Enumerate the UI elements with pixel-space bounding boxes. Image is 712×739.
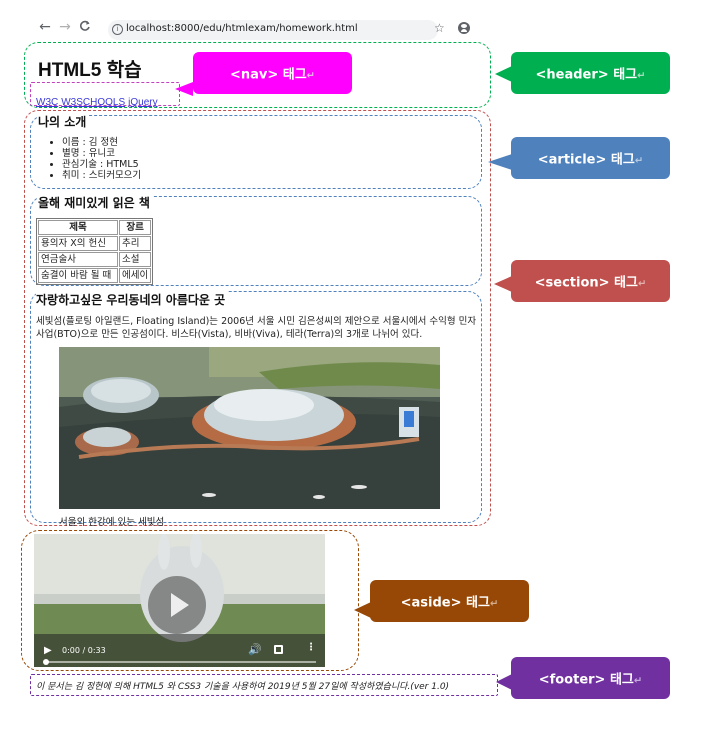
- forward-icon[interactable]: →: [58, 20, 72, 34]
- bookmark-star-icon[interactable]: ☆: [434, 21, 445, 35]
- island-paragraph: 세빛섬(플로팅 아일랜드, Floating Island)는 2006년 서울…: [36, 316, 477, 340]
- floating-island-image: [59, 347, 440, 509]
- section-callout: <section> 태그↵: [511, 260, 670, 302]
- video-time: 0:00 / 0:33: [62, 646, 106, 655]
- article-callout-label: <article> 태그↵: [511, 149, 670, 168]
- image-caption: 서울의 한강에 있는 세빛섬: [59, 517, 165, 528]
- info-icon[interactable]: i: [112, 24, 123, 35]
- fullscreen-icon[interactable]: [274, 645, 283, 654]
- article-callout: <article> 태그↵: [511, 137, 670, 179]
- video-player[interactable]: ▶ 0:00 / 0:33 🔊 ⋮: [34, 534, 325, 667]
- nav-callout: <nav> 태그↵: [193, 52, 352, 94]
- article-callout-pointer: [488, 154, 512, 170]
- return-mark: ↵: [489, 598, 499, 610]
- address-bar[interactable]: i localhost:8000/edu/htmlexam/homework.h…: [108, 20, 438, 40]
- return-mark: ↵: [306, 70, 316, 82]
- return-mark: ↵: [637, 278, 647, 290]
- progress-track[interactable]: [44, 661, 316, 663]
- progress-handle[interactable]: [43, 659, 49, 665]
- play-overlay-button[interactable]: [148, 576, 206, 634]
- return-mark: ↵: [634, 155, 644, 167]
- footer-callout: <footer> 태그↵: [511, 657, 670, 699]
- return-mark: ↵: [637, 70, 646, 82]
- section-callout-text: <section> 태그: [534, 275, 638, 291]
- floating-island-illustration: [59, 347, 440, 509]
- nav-links: W3C W3SCHOOLS jQuery: [36, 90, 161, 109]
- back-icon[interactable]: ←: [38, 20, 52, 34]
- footer-callout-pointer: [496, 674, 512, 690]
- footer-callout-label: <footer> 태그↵: [511, 669, 670, 688]
- article-callout-text: <article> 태그: [537, 152, 635, 168]
- nav-link-jquery[interactable]: jQuery: [128, 97, 157, 108]
- account-icon[interactable]: [458, 22, 470, 34]
- header-callout: <header> 태그↵: [511, 52, 670, 94]
- url-text: localhost:8000/edu/htmlexam/homework.htm…: [126, 23, 358, 34]
- page-title: HTML5 학습: [38, 60, 142, 81]
- footer-text: 이 문서는 김 정현에 의해 HTML5 와 CSS3 기술을 사용하여 201…: [36, 682, 450, 692]
- island-heading: 자랑하고싶은 우리동네의 아름다운 곳: [36, 291, 228, 308]
- volume-icon[interactable]: 🔊: [248, 643, 262, 656]
- aside-callout-pointer: [354, 602, 371, 618]
- aside-callout: <aside> 태그↵: [370, 580, 529, 622]
- section-callout-pointer: [494, 276, 512, 292]
- header-callout-text: <header> 태그: [535, 67, 638, 83]
- footer-callout-text: <footer> 태그: [538, 672, 634, 688]
- nav-link-w3schools[interactable]: W3SCHOOLS: [61, 97, 125, 108]
- aside-callout-label: <aside> 태그↵: [370, 592, 529, 611]
- return-mark: ↵: [633, 675, 643, 687]
- section-callout-label: <section> 태그↵: [511, 272, 670, 291]
- browser-toolbar: ← → i localhost:8000/edu/htmlexam/homewo…: [0, 16, 500, 44]
- nav-callout-label: <nav> 태그↵: [193, 64, 352, 83]
- nav-callout-text: <nav> 태그: [229, 67, 307, 83]
- account-icon-body: [461, 29, 467, 32]
- header-callout-pointer: [495, 66, 512, 82]
- nav-link-w3c[interactable]: W3C: [36, 97, 58, 108]
- reload-glyph: [80, 20, 90, 31]
- header-callout-label: <header> 태그↵: [511, 64, 670, 83]
- reload-icon[interactable]: [78, 20, 92, 35]
- play-icon: [171, 593, 189, 617]
- play-control-icon[interactable]: ▶: [44, 645, 52, 656]
- more-options-icon[interactable]: ⋮: [306, 642, 316, 653]
- nav-callout-pointer: [175, 82, 193, 96]
- aside-callout-text: <aside> 태그: [400, 595, 490, 611]
